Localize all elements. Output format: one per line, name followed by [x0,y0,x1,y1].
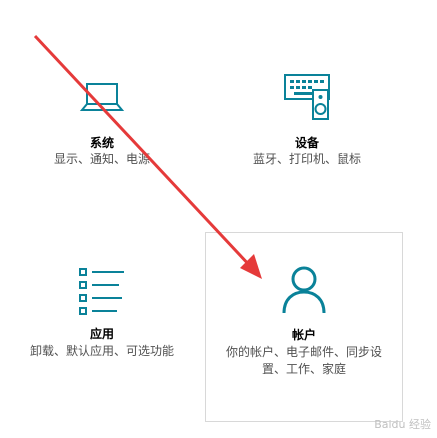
watermark: Baidu 经验 [374,418,431,431]
keyboard-speaker-icon [282,72,332,126]
tile-apps-desc: 卸载、默认应用、可选功能 [29,344,174,358]
tile-apps-title: 应用 [89,327,114,341]
laptop-icon [79,80,125,120]
tile-system-title: 系统 [89,136,114,150]
tile-accounts-title: 帐户 [291,328,316,342]
list-icon [77,266,127,320]
tile-apps[interactable]: 应用 卸载、默认应用、可选功能 [2,240,202,400]
tile-system-desc: 显示、通知、电源 [53,152,150,166]
tile-accounts[interactable]: 帐户 你的帐户、电子邮件、同步设置、工作、家庭 [205,232,403,422]
person-icon [281,265,327,319]
tile-devices-desc: 蓝牙、打印机、鼠标 [252,152,361,166]
tile-devices-title: 设备 [294,136,319,150]
tile-devices[interactable]: 设备 蓝牙、打印机、鼠标 [207,60,407,190]
tile-system[interactable]: 系统 显示、通知、电源 [2,60,202,190]
tile-accounts-desc: 你的帐户、电子邮件、同步设置、工作、家庭 [225,345,382,376]
